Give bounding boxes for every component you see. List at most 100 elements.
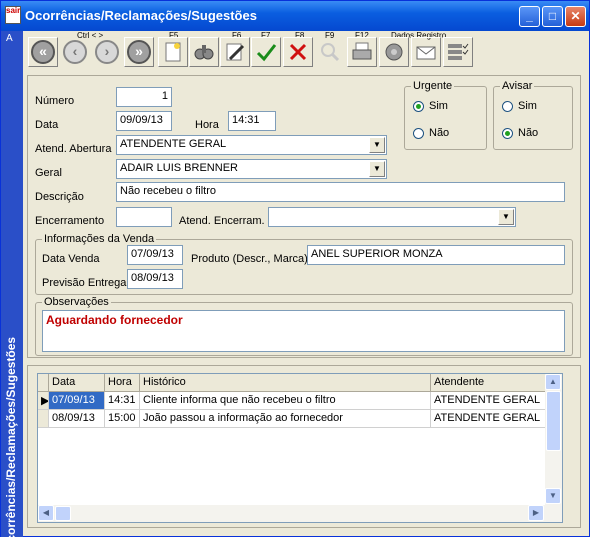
avisar-group: Avisar Sim Não [493, 80, 573, 150]
previsao-field[interactable]: 08/09/13 [127, 269, 183, 289]
descricao-field[interactable]: Não recebeu o filtro [116, 182, 565, 202]
atend-abertura-label: Atend. Abertura [35, 143, 112, 155]
observacoes-field[interactable]: Aguardando fornecedor [42, 310, 565, 352]
data-button[interactable] [379, 37, 409, 67]
scroll-down-icon[interactable]: ▼ [545, 488, 561, 504]
data-venda-field[interactable]: 07/09/13 [127, 245, 183, 265]
atend-abertura-value: ATENDENTE GERAL [120, 138, 227, 150]
next-icon: › [95, 40, 119, 64]
historico-grid: Data Hora Histórico Atendente ▶ 07/09/13… [37, 373, 563, 523]
atend-encerram-label: Atend. Encerram. [179, 215, 265, 227]
avisar-nao-label: Não [518, 127, 539, 139]
grid-header-data[interactable]: Data [49, 374, 105, 392]
radio-unselected-icon [502, 100, 513, 112]
cancel-button[interactable] [283, 37, 313, 67]
table-cell-hora[interactable]: 15:00 [105, 410, 140, 428]
edit-icon [226, 43, 245, 61]
venda-title: Informações da Venda [42, 233, 157, 245]
encerramento-label: Encerramento [35, 215, 105, 227]
urgente-group: Urgente Sim Não [404, 80, 487, 150]
search-button[interactable] [189, 37, 219, 67]
vertical-sidebar: A Ocorrências/Reclamações/Sugestões [1, 31, 23, 551]
hscroll-thumb[interactable] [55, 506, 71, 521]
chevron-down-icon[interactable]: ▼ [369, 161, 385, 177]
avisar-nao-radio[interactable]: Não [502, 127, 538, 139]
first-icon: « [31, 40, 55, 64]
geral-select[interactable]: ADAIR LUIS BRENNER ▼ [116, 159, 387, 179]
vertical-scrollbar[interactable]: ▲ ▼ [545, 374, 562, 522]
chevron-down-icon[interactable]: ▼ [369, 137, 385, 153]
find-button[interactable] [315, 37, 345, 67]
scroll-left-icon[interactable]: ◀ [38, 505, 54, 521]
new-record-button[interactable] [158, 37, 188, 67]
observacoes-title: Observações [42, 296, 111, 308]
main-window: sair Ocorrências/Reclamações/Sugestões _… [0, 0, 590, 551]
scroll-thumb[interactable] [546, 391, 561, 451]
table-cell-historico[interactable]: Cliente informa que não recebeu o filtro [140, 392, 431, 410]
geral-value: ADAIR LUIS BRENNER [120, 162, 238, 174]
previous-icon: ‹ [63, 40, 87, 64]
radio-unselected-icon [413, 127, 424, 139]
grid-indicator-header [38, 374, 49, 392]
encerramento-field[interactable] [116, 207, 172, 227]
sidebar-title: Ocorrências/Reclamações/Sugestões [4, 336, 18, 551]
previous-record-button[interactable]: ‹ [60, 37, 90, 67]
sidebar-letter: A [6, 33, 13, 44]
mail-icon [416, 46, 436, 60]
client-area: Ctrl < > F5 F6 F7 F8 F9 F12 Dados Regist… [23, 31, 589, 536]
avisar-sim-label: Sim [518, 100, 537, 112]
maximize-button[interactable]: □ [542, 6, 563, 27]
title-bar[interactable]: sair Ocorrências/Reclamações/Sugestões _… [1, 1, 589, 31]
scroll-right-icon[interactable]: ▶ [528, 505, 544, 521]
find-icon [321, 43, 340, 62]
data-field[interactable]: 09/09/13 [116, 111, 172, 131]
table-cell-data[interactable]: 07/09/13 [49, 392, 105, 410]
grid-header-hora[interactable]: Hora [105, 374, 140, 392]
hora-field[interactable]: 14:31 [228, 111, 276, 131]
first-record-button[interactable]: « [28, 37, 58, 67]
numero-field[interactable]: 1 [116, 87, 172, 107]
table-cell-historico[interactable]: João passou a informação ao fornecedor [140, 410, 431, 428]
list-icon [448, 43, 469, 60]
row-pointer-icon: ▶ [38, 392, 49, 410]
atend-abertura-select[interactable]: ATENDENTE GERAL ▼ [116, 135, 387, 155]
confirm-icon [256, 44, 277, 62]
geral-label: Geral [35, 167, 62, 179]
grid-header-historico[interactable]: Histórico [140, 374, 431, 392]
table-cell-atendente[interactable]: ATENDENTE GERAL [431, 392, 546, 410]
table-cell-data[interactable]: 08/09/13 [49, 410, 105, 428]
avisar-sim-radio[interactable]: Sim [502, 100, 537, 112]
urgente-sim-radio[interactable]: Sim [413, 100, 448, 112]
previsao-label: Previsão Entrega [42, 277, 127, 289]
numero-label: Número [35, 95, 75, 107]
row-indicator [38, 410, 49, 428]
table-cell-hora[interactable]: 14:31 [105, 392, 140, 410]
atend-encerram-select[interactable]: ▼ [268, 207, 516, 227]
radio-selected-icon [502, 127, 513, 139]
table-cell-atendente[interactable]: ATENDENTE GERAL [431, 410, 546, 428]
print-button[interactable] [347, 37, 377, 67]
exit-app-icon[interactable]: sair [5, 6, 21, 24]
mail-button[interactable] [411, 37, 441, 67]
scroll-up-icon[interactable]: ▲ [545, 374, 561, 390]
window-title: Ocorrências/Reclamações/Sugestões [25, 8, 257, 23]
data-label: Data [35, 119, 59, 131]
produto-field[interactable]: ANEL SUPERIOR MONZA [307, 245, 565, 265]
urgente-nao-radio[interactable]: Não [413, 127, 449, 139]
urgente-sim-label: Sim [429, 100, 448, 112]
minimize-button[interactable]: _ [519, 6, 540, 27]
chevron-down-icon[interactable]: ▼ [498, 209, 514, 225]
edit-button[interactable] [220, 37, 250, 67]
last-record-button[interactable]: » [124, 37, 154, 67]
produto-label: Produto (Descr., Marca) [191, 253, 308, 265]
close-button[interactable]: ✕ [565, 6, 586, 27]
next-record-button[interactable]: › [92, 37, 122, 67]
grid-header-atendente[interactable]: Atendente [431, 374, 546, 392]
data-venda-label: Data Venda [42, 253, 100, 265]
list-button[interactable] [443, 37, 473, 67]
last-icon: » [127, 40, 151, 64]
toolbar: Ctrl < > F5 F6 F7 F8 F9 F12 Dados Regist… [23, 31, 589, 71]
horizontal-scrollbar[interactable]: ◀ ▶ [38, 505, 545, 522]
confirm-button[interactable] [251, 37, 281, 67]
data-icon [385, 43, 403, 61]
